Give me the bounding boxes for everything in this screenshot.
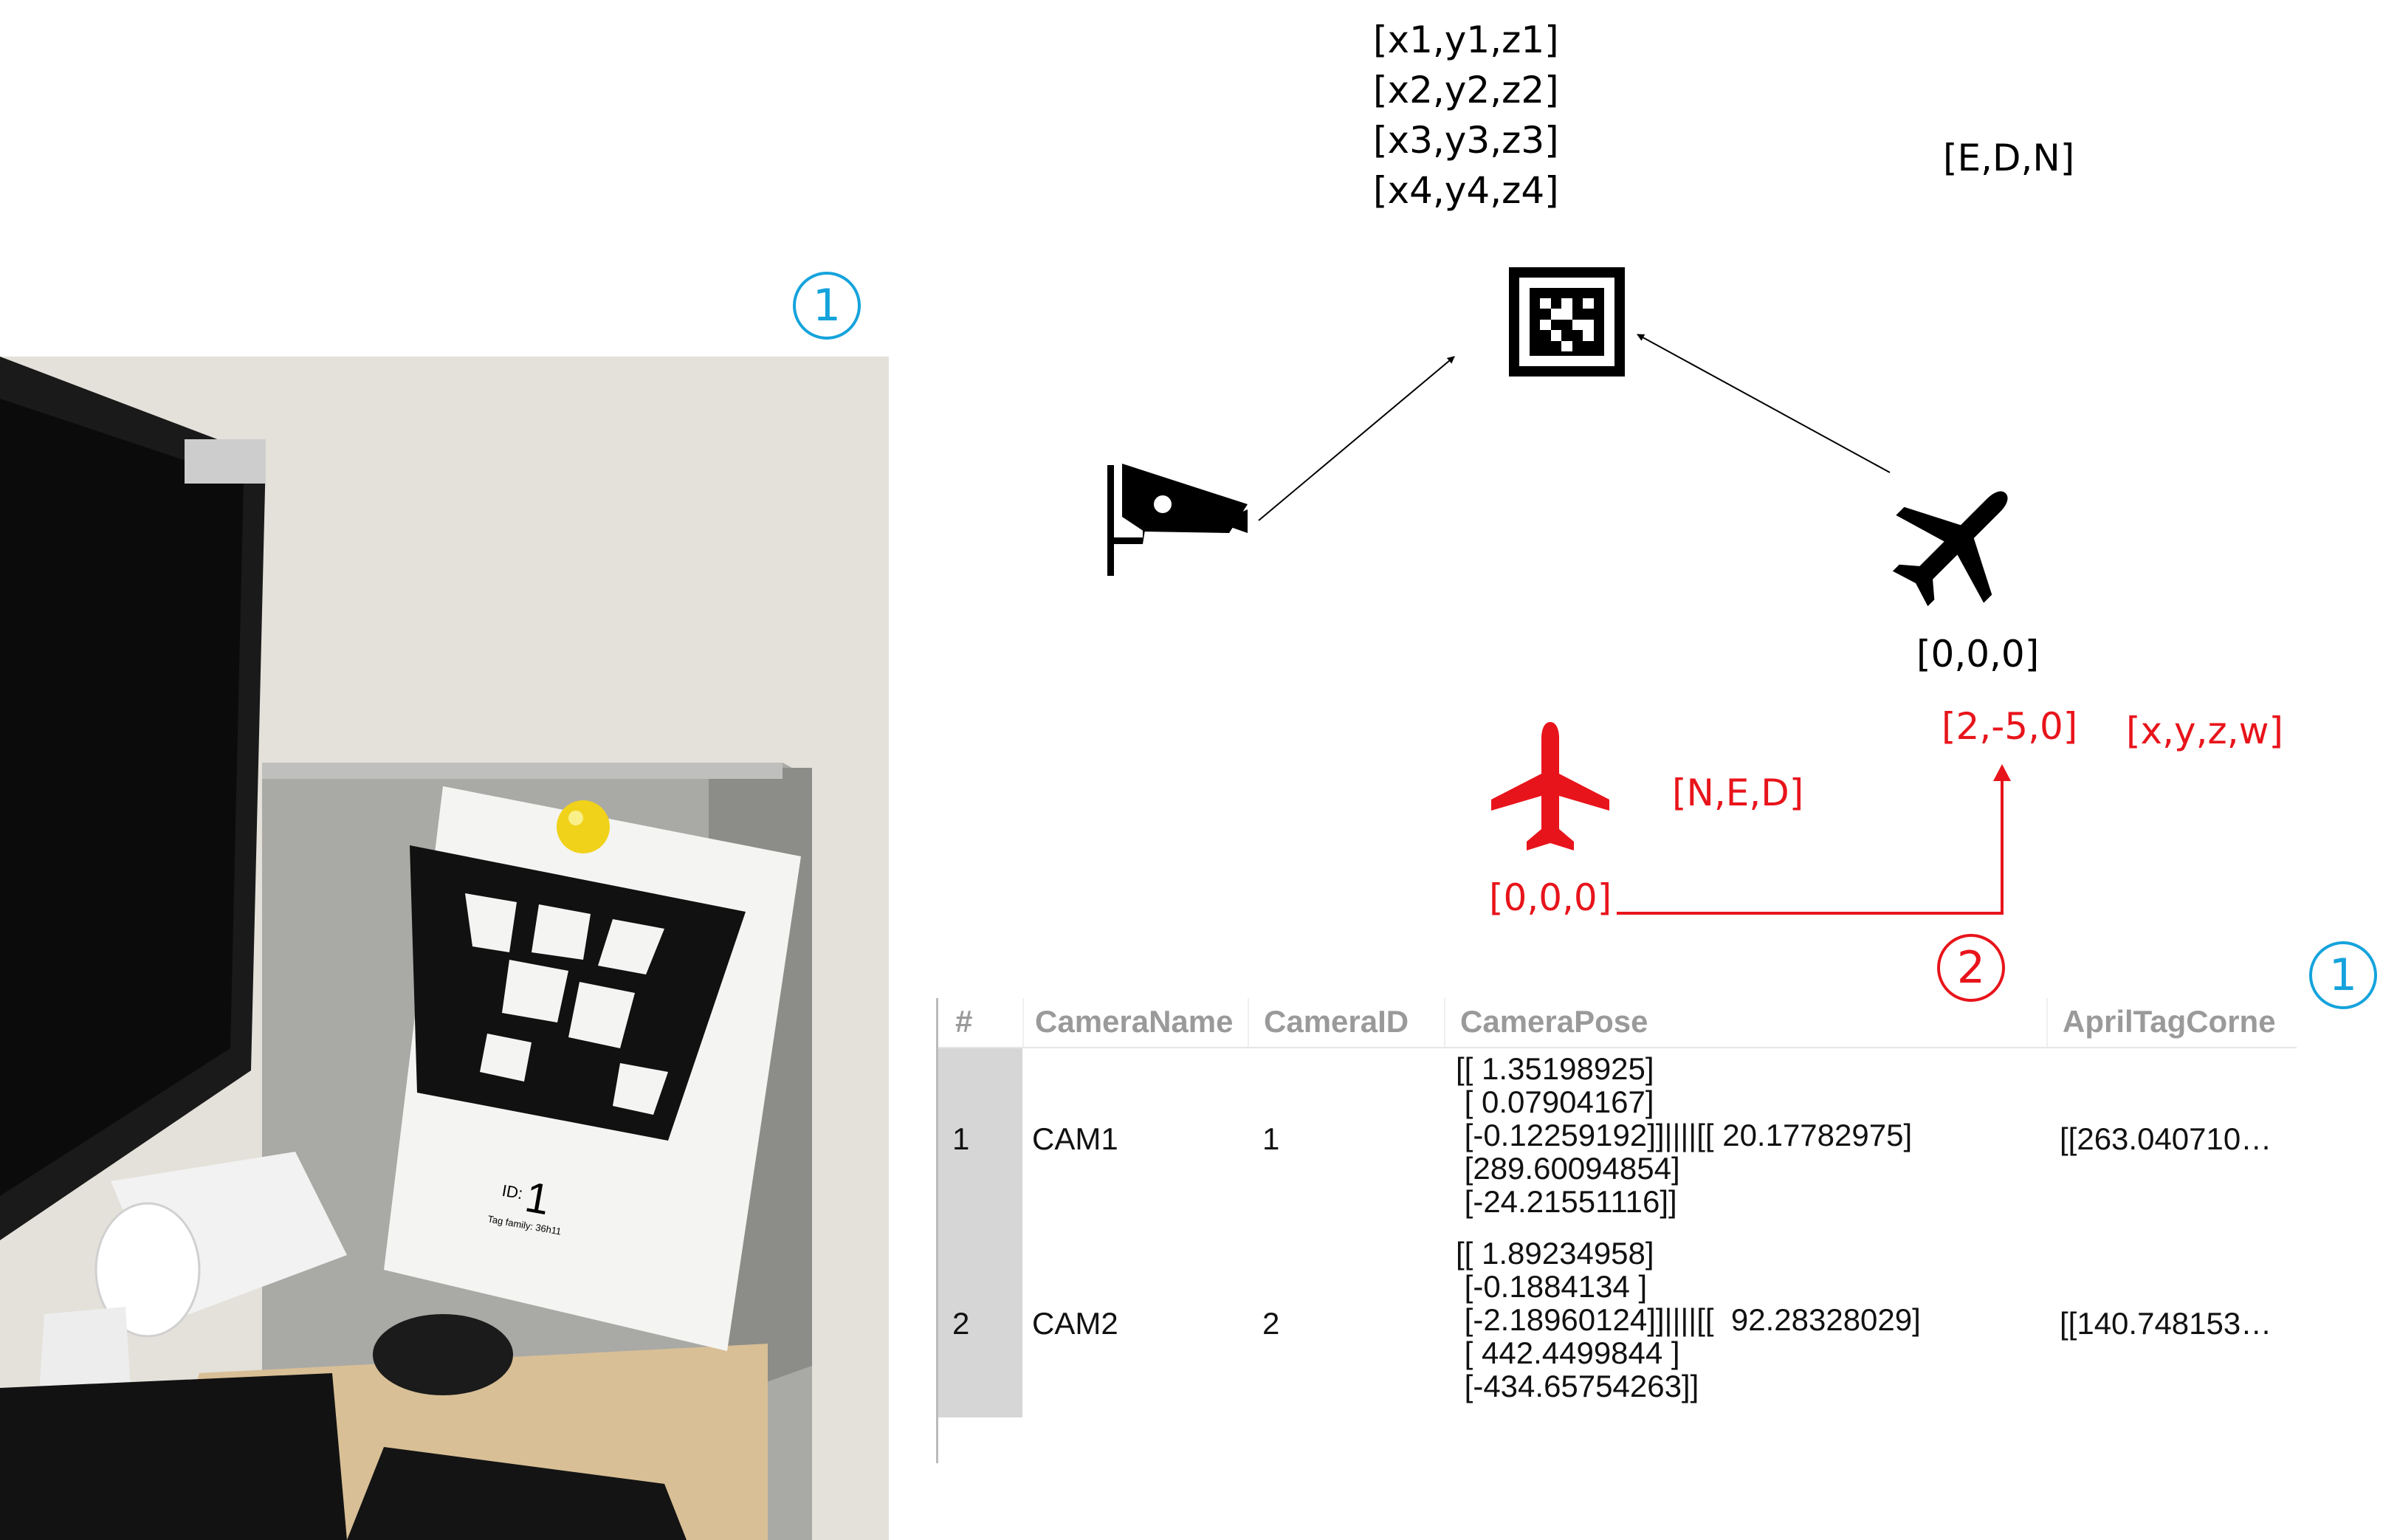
drone-origin-label: [0,0,0] bbox=[1916, 633, 2040, 676]
table-row-1-corners: [[263.040710… bbox=[2060, 1121, 2272, 1156]
table-row-2-index: 2 bbox=[952, 1306, 970, 1341]
table-row-1-pose: [[ 1.35198925] [ 0.07904167] [-0.1225919… bbox=[1456, 1051, 1913, 1219]
arrow-camera-to-tag bbox=[1258, 356, 1455, 521]
apriltag-icon bbox=[1509, 267, 1625, 377]
marker-1-photo: 1 bbox=[793, 272, 861, 340]
quaternion-label: [x,y,z,w] bbox=[2126, 709, 2284, 752]
table-col-divider-4 bbox=[2046, 998, 2048, 1047]
arrow-red-head bbox=[1993, 764, 2011, 781]
marker-1-table: 1 bbox=[2309, 941, 2377, 1009]
table-col-divider-1 bbox=[1022, 998, 1024, 1047]
security-camera-icon bbox=[1107, 464, 1248, 576]
table-row-2-name: CAM2 bbox=[1032, 1306, 1118, 1341]
photo-scene bbox=[0, 357, 889, 1540]
table-row-1-name: CAM1 bbox=[1032, 1121, 1118, 1156]
ned-frame-label: [N,E,D] bbox=[1672, 771, 1804, 814]
table-header-camera-name[interactable]: CameraName bbox=[1035, 998, 1234, 1045]
arrow-drone-to-tag bbox=[1637, 334, 1891, 473]
table-row-2-corners: [[140.748153… bbox=[2060, 1306, 2272, 1341]
table-header-camera-id[interactable]: CameraID bbox=[1264, 998, 1409, 1045]
airplane-red-icon bbox=[1491, 722, 1609, 850]
table-row-1-id: 1 bbox=[1262, 1121, 1280, 1156]
photo-tag-id-label: ID: bbox=[501, 1180, 525, 1203]
red-origin-label: [0,0,0] bbox=[1489, 876, 1612, 919]
table-col-divider-2 bbox=[1248, 998, 1249, 1047]
table-header-apriltag-corners[interactable]: AprilTagCorne bbox=[2063, 998, 2276, 1045]
table-row-header-column bbox=[938, 1048, 1022, 1417]
table-row-2-pose: [[ 1.89234958] [-0.1884134 ] [-2.1896012… bbox=[1456, 1236, 1921, 1403]
table-col-divider-3 bbox=[1444, 998, 1445, 1047]
offset-label: [2,-5,0] bbox=[1942, 705, 2078, 748]
diagram-graphics bbox=[0, 267, 2011, 1540]
table-header-divider bbox=[938, 1047, 2297, 1048]
marker-2: 2 bbox=[1937, 934, 2005, 1002]
table-row-1-index: 1 bbox=[952, 1121, 970, 1156]
airplane-icon bbox=[1892, 491, 2008, 607]
table-header-index[interactable]: # bbox=[955, 998, 972, 1045]
table-header-camera-pose[interactable]: CameraPose bbox=[1460, 998, 1648, 1045]
table-row-2-id: 2 bbox=[1262, 1306, 1280, 1341]
